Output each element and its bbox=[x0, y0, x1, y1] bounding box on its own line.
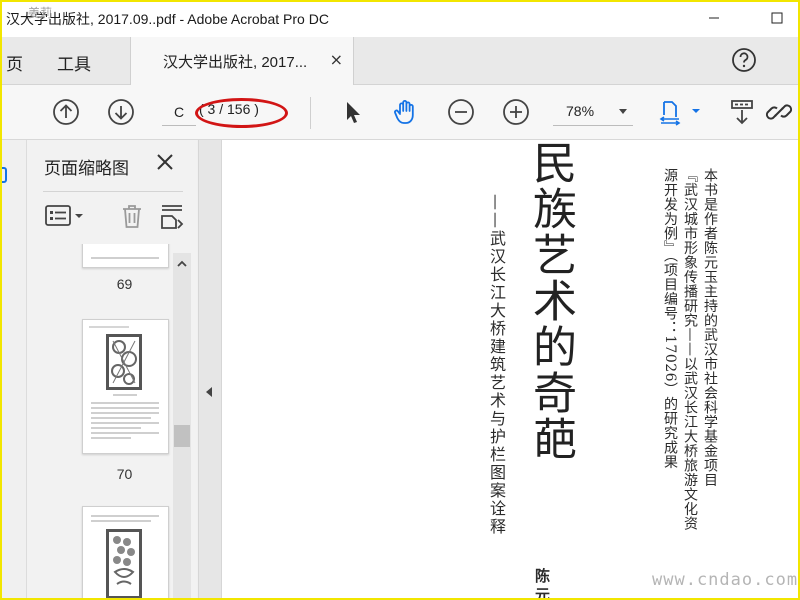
fit-page-icon bbox=[659, 101, 700, 126]
trash-icon bbox=[123, 205, 141, 228]
toolbar-divider bbox=[310, 97, 311, 129]
collapse-panel-strip[interactable] bbox=[198, 140, 222, 600]
title-bar: 汉大学出版社, 2017.09..pdf - Adobe Acrobat Pro… bbox=[0, 0, 800, 37]
cursor-arrow-icon bbox=[347, 102, 360, 123]
note-line: 本书是作者陈元玉主持的武汉市社会科学基金项目 bbox=[702, 168, 718, 487]
thumbnail-page[interactable] bbox=[82, 506, 169, 600]
note-line: 源开发为例』（项目编号：17026）的研究成果 bbox=[662, 168, 678, 470]
hand-icon bbox=[394, 100, 414, 124]
thumbnail-options-button[interactable] bbox=[44, 202, 88, 230]
close-tab-icon[interactable]: × bbox=[330, 50, 343, 69]
panel-title: 页面缩略图 bbox=[44, 159, 129, 179]
scroll-mode-icon bbox=[731, 100, 753, 125]
thumbnail-scrollbar[interactable] bbox=[173, 253, 191, 600]
maximize-button[interactable] bbox=[757, 4, 797, 32]
document-tab[interactable]: 汉大学出版社, 2017... × bbox=[130, 37, 354, 85]
zoom-out-button[interactable] bbox=[446, 97, 476, 127]
maximize-icon bbox=[771, 12, 783, 24]
navigation-rail bbox=[0, 140, 27, 600]
arrow-up-circle-icon bbox=[53, 99, 79, 125]
chevron-down-icon bbox=[619, 109, 627, 114]
options-menu-icon bbox=[45, 205, 83, 226]
document-tab-label: 汉大学出版社, 2017... bbox=[163, 54, 308, 71]
thumbnail-list: 69 70 bbox=[27, 244, 197, 600]
thumbnail-label: 70 bbox=[116, 466, 133, 482]
next-page-button[interactable] bbox=[106, 97, 136, 127]
page-number-input[interactable]: C bbox=[162, 99, 196, 126]
link-button[interactable] bbox=[764, 97, 794, 127]
help-button[interactable] bbox=[731, 47, 757, 73]
delete-pages-button[interactable] bbox=[118, 202, 146, 230]
title-overlay-text: 姜莉 bbox=[28, 6, 53, 20]
previous-page-button[interactable] bbox=[51, 97, 81, 127]
page-layout-icon bbox=[161, 205, 184, 229]
scroll-mode-button[interactable] bbox=[728, 97, 758, 127]
document-subtitle: ——武汉长江大桥建筑艺术与护栏图案诠释 bbox=[487, 194, 506, 536]
page-layout-button[interactable] bbox=[160, 202, 188, 230]
close-panel-button[interactable] bbox=[153, 150, 177, 174]
zoom-in-button[interactable] bbox=[501, 97, 531, 127]
arrow-down-circle-icon bbox=[108, 99, 134, 125]
minus-circle-icon bbox=[448, 99, 474, 125]
collapse-left-icon bbox=[206, 387, 212, 397]
select-tool-button[interactable] bbox=[337, 97, 367, 127]
toolbar: C ( 3 / 156 ) 78% bbox=[0, 85, 800, 140]
zoom-select[interactable]: 78% bbox=[553, 99, 633, 126]
page-count-highlight bbox=[195, 98, 288, 128]
fit-page-button[interactable] bbox=[658, 97, 702, 127]
thumbnails-panel: 页面缩略图 69 70 bbox=[27, 140, 197, 600]
hand-tool-button[interactable] bbox=[391, 97, 421, 127]
document-page: 民族艺术的奇葩 ——武汉长江大桥建筑艺术与护栏图案诠释 陈元 本书是作者陈元玉主… bbox=[222, 140, 800, 600]
menu-tools[interactable]: 工具 bbox=[57, 50, 91, 75]
thumbnail-page[interactable] bbox=[82, 244, 169, 268]
plus-circle-icon bbox=[503, 99, 529, 125]
document-title: 民族艺术的奇葩 bbox=[525, 140, 576, 462]
thumbnail-label: 69 bbox=[116, 276, 133, 292]
close-icon bbox=[157, 154, 173, 170]
minimize-button[interactable] bbox=[694, 4, 734, 32]
watermark: www.cndao.com bbox=[652, 570, 799, 590]
window-title: 汉大学出版社, 2017.09..pdf - Adobe Acrobat Pro… bbox=[6, 11, 329, 27]
menu-home[interactable]: 页 bbox=[6, 50, 23, 75]
thumbnail-page[interactable] bbox=[82, 319, 169, 454]
link-icon bbox=[765, 104, 793, 120]
document-author: 陈元 bbox=[533, 568, 551, 600]
minimize-icon bbox=[709, 17, 719, 19]
tab-bar: 页 工具 汉大学出版社, 2017... × bbox=[0, 37, 800, 85]
panel-divider bbox=[43, 191, 183, 192]
scrollbar-thumb[interactable] bbox=[174, 425, 190, 447]
scroll-up-icon[interactable] bbox=[173, 257, 191, 271]
note-line: 『武汉城市形象传播研究——以武汉长江大桥旅游文化资 bbox=[682, 168, 698, 531]
help-icon bbox=[732, 48, 756, 72]
nav-indicator-icon bbox=[0, 167, 7, 183]
zoom-value: 78% bbox=[566, 103, 595, 119]
